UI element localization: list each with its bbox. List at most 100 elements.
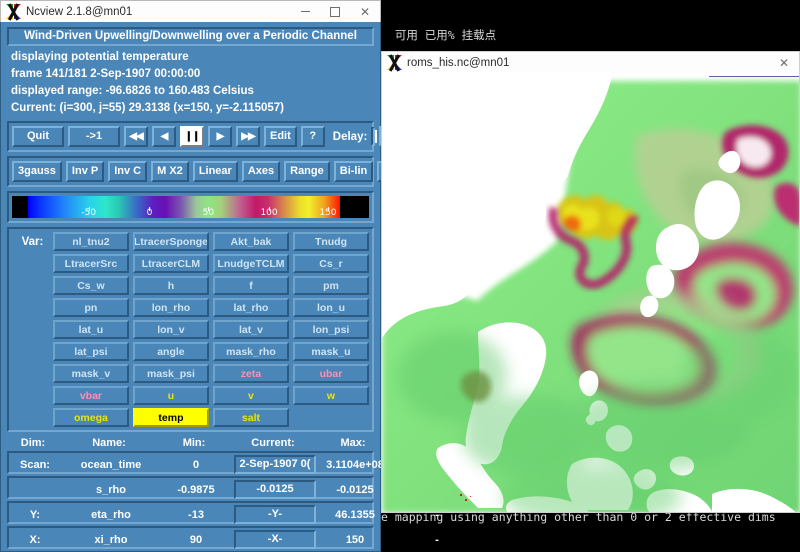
play-icon[interactable]: ▶	[208, 126, 232, 147]
variable-button-angle[interactable]: angle	[133, 342, 209, 361]
dimension-name-cell: s_rho	[61, 484, 161, 496]
step-back-icon[interactable]: ◀	[152, 126, 176, 147]
fast-forward-icon[interactable]: ▶▶	[236, 126, 260, 147]
magnification-button[interactable]: M X2	[151, 161, 189, 182]
variable-button-lon_psi[interactable]: lon_psi	[293, 320, 369, 339]
delay-input[interactable]	[371, 127, 375, 146]
variable-button-grid: nl_tnu2LtracerSpongeAkt_bakTnudg LtracerS…	[53, 232, 369, 427]
variable-button-h[interactable]: h	[133, 276, 209, 295]
variable-button-LnudgeTCLM[interactable]: LnudgeTCLM	[213, 254, 289, 273]
variable-label: Var:	[12, 232, 53, 427]
colorbar[interactable]: -50 0 50 100 150	[12, 196, 369, 218]
range-button[interactable]: Range	[284, 161, 330, 182]
variable-button-lon_rho[interactable]: lon_rho	[133, 298, 209, 317]
variable-button-lat_u[interactable]: lat_u	[53, 320, 129, 339]
variable-button-temp[interactable]: temp	[133, 408, 209, 427]
info-line-range: displayed range: -96.6826 to 160.483 Cel…	[11, 83, 376, 100]
colorbar-tick-label: 150	[319, 208, 336, 218]
quit-button[interactable]: Quit	[12, 126, 64, 147]
variable-button-nl_tnu2[interactable]: nl_tnu2	[53, 232, 129, 251]
minimize-button[interactable]	[290, 1, 320, 22]
variable-button-LtracerSponge[interactable]: LtracerSponge	[133, 232, 209, 251]
dimension-name-cell: xi_rho	[61, 534, 161, 546]
dimension-min-cell: -0.9875	[161, 484, 231, 496]
col-name: Name:	[59, 437, 159, 449]
variable-button-mask_v[interactable]: mask_v	[53, 364, 129, 383]
variable-button-LtracerSrc[interactable]: LtracerSrc	[53, 254, 129, 273]
colorbar-container[interactable]: -50 0 50 100 150	[7, 191, 374, 223]
colorbar-tick-label: 0	[147, 208, 153, 218]
colorbar-tick-label: 50	[203, 208, 214, 218]
x-logo-icon	[6, 4, 21, 19]
scale-transform-button[interactable]: Linear	[193, 161, 238, 182]
dimension-current-input[interactable]: -Y-	[234, 505, 316, 524]
variable-button-lon_v[interactable]: lon_v	[133, 320, 209, 339]
variable-button-vbar[interactable]: vbar	[53, 386, 129, 405]
info-line-frame: frame 141/181 2-Sep-1907 00:00:00	[11, 66, 376, 83]
variable-button-mask_rho[interactable]: mask_rho	[213, 342, 289, 361]
colorbar-tick-label: 100	[260, 208, 277, 218]
variable-button-ubar[interactable]: ubar	[293, 364, 369, 383]
ncview-window-title: Ncview 2.1.8@mn01	[26, 6, 290, 18]
dimension-current-input[interactable]: 2-Sep-1907 0(	[234, 455, 316, 474]
ncview-titlebar[interactable]: Ncview 2.1.8@mn01 ✕	[0, 0, 381, 22]
dimension-units-cell: -	[391, 534, 483, 546]
variable-button-pm[interactable]: pm	[293, 276, 369, 295]
delay-label: Delay:	[333, 131, 368, 143]
variable-button-mask_psi[interactable]: mask_psi	[133, 364, 209, 383]
table-row: Scan:ocean_time02-Sep-1907 0(3.1104e+08s…	[7, 451, 374, 474]
variable-button-empty	[293, 408, 369, 427]
edit-button[interactable]: Edit	[264, 126, 297, 147]
variable-button-salt[interactable]: salt	[213, 408, 289, 427]
variable-button-lat_v[interactable]: lat_v	[213, 320, 289, 339]
help-button[interactable]: ?	[301, 126, 325, 147]
variable-button-omega[interactable]: omega	[53, 408, 129, 427]
variable-button-v[interactable]: v	[213, 386, 289, 405]
dimension-dim-cell: X:	[9, 534, 61, 546]
interpolation-button[interactable]: Bi-lin	[334, 161, 374, 182]
axes-button[interactable]: Axes	[242, 161, 280, 182]
colorbar-ticks: -50 0 50 100 150	[12, 207, 369, 218]
variable-button-u[interactable]: u	[133, 386, 209, 405]
temperature-field-plot[interactable]	[382, 76, 800, 513]
info-block: displaying potential temperature frame 1…	[5, 49, 376, 117]
col-dim: Dim:	[7, 437, 59, 449]
invert-colormap-button[interactable]: Inv C	[108, 161, 147, 182]
ncview-panel-body: Wind-Driven Upwelling/Downwelling over a…	[0, 22, 381, 552]
variable-button-Cs_w[interactable]: Cs_w	[53, 276, 129, 295]
dimension-current-input[interactable]: -X-	[234, 530, 316, 549]
roms-titlebar[interactable]: roms_his.nc@mn01 ✕	[381, 51, 800, 73]
close-icon[interactable]: ✕	[350, 1, 380, 22]
variable-button-lat_rho[interactable]: lat_rho	[213, 298, 289, 317]
variable-button-Akt_bak[interactable]: Akt_bak	[213, 232, 289, 251]
variable-button-pn[interactable]: pn	[53, 298, 129, 317]
variable-button-Tnudg[interactable]: Tnudg	[293, 232, 369, 251]
variable-button-mask_u[interactable]: mask_u	[293, 342, 369, 361]
close-icon[interactable]: ✕	[769, 52, 799, 73]
roms-image-body[interactable]	[381, 73, 800, 513]
variable-button-w[interactable]: w	[293, 386, 369, 405]
roms-window-controls: ✕	[769, 52, 799, 73]
variable-button-Cs_r[interactable]: Cs_r	[293, 254, 369, 273]
variable-button-LtracerCLM[interactable]: LtracerCLM	[133, 254, 209, 273]
display-options-toolbar: 3gauss Inv P Inv C M X2 Linear Axes Rang…	[7, 156, 374, 187]
rewind-icon[interactable]: ◀◀	[124, 126, 148, 147]
dimension-current-input[interactable]: -0.0125	[234, 480, 316, 499]
maximize-button[interactable]	[320, 1, 350, 22]
variable-button-lat_psi[interactable]: lat_psi	[53, 342, 129, 361]
x-logo-icon	[387, 55, 402, 70]
pause-icon[interactable]: ❙❙	[180, 126, 204, 147]
dimension-max-cell: 150	[319, 534, 391, 546]
roms-window-title: roms_his.nc@mn01	[407, 57, 769, 69]
colorbar-tick-label: -50	[81, 208, 96, 218]
playback-toolbar: Quit ->1 ◀◀ ◀ ❙❙ ▶ ▶▶ Edit ? Delay: Opts	[7, 121, 374, 152]
variable-selector: Var: nl_tnu2LtracerSpongeAkt_bakTnudg Ltr…	[7, 227, 374, 432]
info-line-display: displaying potential temperature	[11, 49, 376, 66]
variable-button-zeta[interactable]: zeta	[213, 364, 289, 383]
variable-button-f[interactable]: f	[213, 276, 289, 295]
goto-frame-one-button[interactable]: ->1	[68, 126, 120, 147]
invert-physical-button[interactable]: Inv P	[66, 161, 104, 182]
dimension-min-cell: 0	[161, 459, 231, 471]
variable-button-lon_u[interactable]: lon_u	[293, 298, 369, 317]
colormap-button[interactable]: 3gauss	[12, 161, 62, 182]
